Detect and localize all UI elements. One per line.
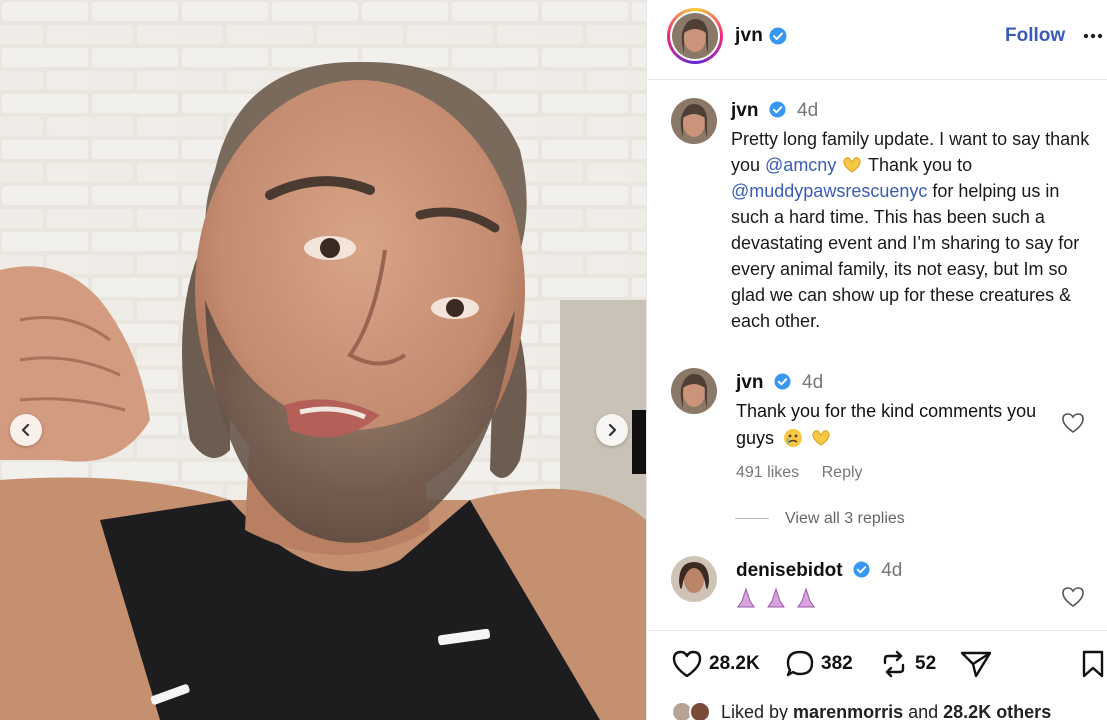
reply-button[interactable]: Reply — [822, 464, 863, 481]
chevron-right-icon — [608, 423, 617, 437]
comment-username[interactable]: jvn — [736, 372, 763, 393]
comment-button[interactable]: 382 — [785, 649, 853, 679]
liked-by-user[interactable]: marenmorris — [793, 702, 903, 720]
repost-button[interactable]: 52 — [879, 649, 936, 679]
share-button[interactable] — [959, 649, 999, 679]
comment-meta: denisebidot 4d — [736, 560, 902, 582]
heart-icon — [672, 650, 702, 678]
verified-badge-icon — [769, 27, 787, 45]
post-actions-bar: 28.2K 382 52 Liked by marenmorris and 28… — [647, 630, 1107, 720]
caption-text-part: for helping us in such a hard time. This… — [731, 181, 1080, 331]
heart-icon[interactable] — [1061, 586, 1085, 608]
post-photo — [0, 0, 646, 720]
author-username[interactable]: jvn — [735, 25, 763, 47]
avatar — [689, 701, 711, 720]
save-button[interactable] — [1081, 649, 1107, 679]
comment-text-body: Thank you for the kind comments you guys — [736, 401, 1037, 448]
replies-divider — [735, 518, 769, 520]
like-button[interactable]: 28.2K — [671, 649, 760, 679]
comment-username[interactable]: denisebidot — [736, 560, 843, 581]
comment-avatar[interactable] — [671, 368, 717, 414]
comment-meta: jvn 4d — [736, 372, 823, 394]
comment-text — [736, 586, 1056, 613]
bookmark-icon — [1082, 650, 1104, 678]
post-side-panel: jvn Follow jvn 4d Pretty long family upd… — [646, 0, 1107, 720]
caption-timestamp[interactable]: 4d — [797, 100, 818, 121]
comment-likes-count[interactable]: 491 likes — [736, 464, 799, 481]
mention-link[interactable]: @amcny — [765, 155, 836, 175]
liked-by-avatars — [671, 701, 717, 720]
heart-icon[interactable] — [1061, 412, 1085, 434]
praying-hands-emoji-icon — [737, 587, 815, 608]
chevron-left-icon — [21, 423, 30, 437]
more-horizontal-icon[interactable] — [1083, 33, 1103, 39]
follow-button[interactable]: Follow — [1005, 25, 1065, 47]
verified-badge-icon — [853, 561, 870, 578]
comment-count: 382 — [821, 653, 853, 674]
comment-text: Thank you for the kind comments you guys — [736, 398, 1056, 452]
liked-by-summary[interactable]: Liked by marenmorris and 28.2K others — [671, 701, 1051, 720]
photo-edge-shadow — [632, 410, 646, 474]
liked-by-others[interactable]: 28.2K others — [943, 702, 1051, 720]
verified-badge-icon — [774, 373, 791, 390]
repost-icon — [883, 650, 905, 678]
comment-timestamp[interactable]: 4d — [881, 560, 902, 581]
view-replies-label: View all 3 replies — [785, 510, 905, 527]
comment-actions: 491 likes Reply — [736, 464, 881, 482]
heart-hands-emoji-icon — [812, 430, 830, 446]
repost-count: 52 — [915, 653, 937, 674]
paper-plane-icon — [960, 651, 992, 678]
caption-text-part: Thank you to — [863, 155, 973, 175]
caption-avatar[interactable] — [671, 98, 717, 144]
heart-hands-emoji-icon — [843, 157, 861, 173]
liked-by-middle: and — [903, 702, 944, 720]
comment-timestamp[interactable]: 4d — [802, 372, 823, 393]
selfie-photo — [0, 0, 646, 720]
previous-slide-button[interactable] — [10, 414, 42, 446]
author-avatar-story-ring[interactable] — [667, 8, 723, 64]
caption-meta: jvn 4d — [731, 100, 818, 122]
mention-link[interactable]: @muddypawsrescuenyc — [731, 181, 927, 201]
crying-face-emoji-icon — [784, 429, 803, 447]
caption-username[interactable]: jvn — [731, 100, 758, 121]
view-replies-button[interactable]: View all 3 replies — [735, 510, 905, 528]
next-slide-button[interactable] — [596, 414, 628, 446]
liked-by-prefix: Liked by — [721, 702, 794, 720]
like-count: 28.2K — [709, 653, 760, 674]
verified-badge-icon — [769, 101, 786, 118]
comment-avatar[interactable] — [671, 556, 717, 602]
avatar — [672, 13, 718, 59]
caption-text: Pretty long family update. I want to say… — [731, 126, 1099, 334]
post-header: jvn Follow — [647, 0, 1107, 80]
comment-bubble-icon — [786, 650, 814, 677]
